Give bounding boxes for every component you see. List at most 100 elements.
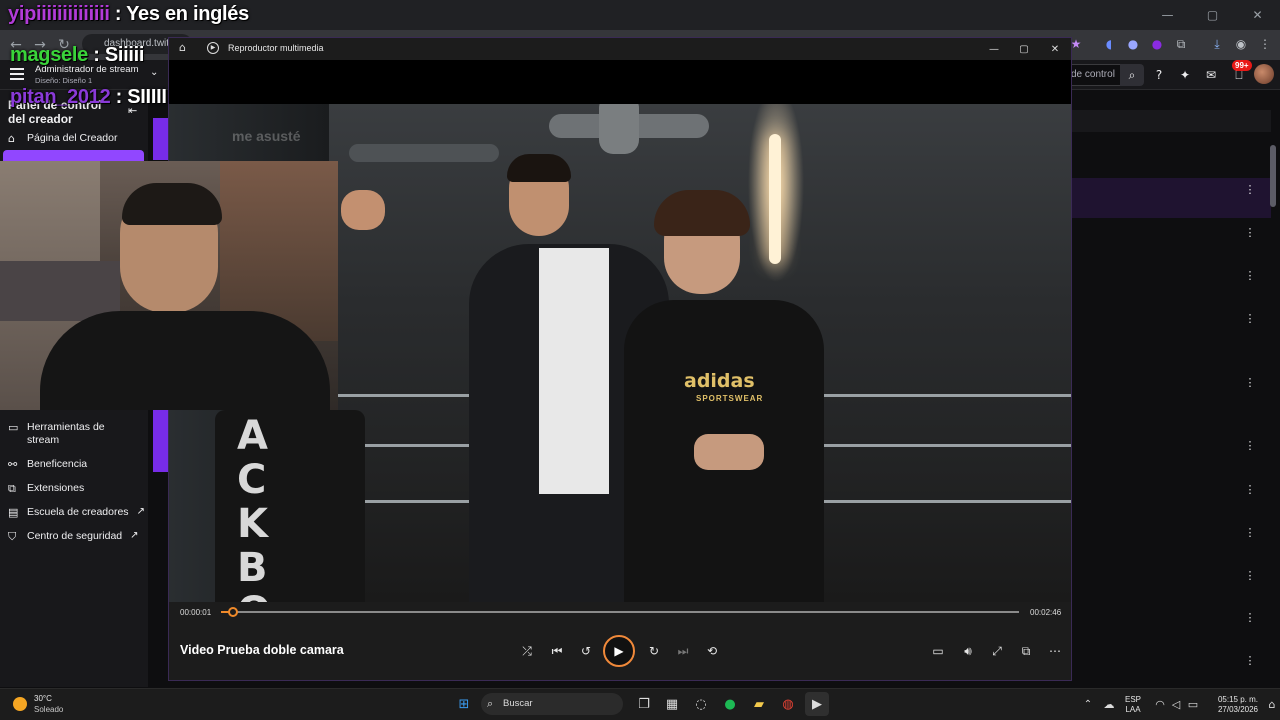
sidebar-item-safety-center[interactable]: ⛉ Centro de seguridad ↗ (8, 530, 139, 550)
file-explorer-icon[interactable]: ▰ (747, 692, 771, 716)
chat-username: yipiiiiiiiiiiiiii (8, 3, 110, 25)
language-indicator[interactable]: ESP LAA (1120, 695, 1146, 715)
task-view-icon[interactable]: ❐ (632, 692, 656, 716)
more-options-icon[interactable]: ⋮ (1244, 612, 1256, 624)
help-icon[interactable]: ? (1148, 64, 1170, 86)
purple-tab (153, 118, 169, 160)
avatar[interactable] (1254, 64, 1274, 84)
puzzle-icon: ⧉ (8, 482, 16, 495)
sidebar-item-creator-school[interactable]: ▤ Escuela de creadores ↗ (8, 506, 145, 526)
more-options-icon[interactable]: ⋮ (1244, 570, 1256, 582)
volume-icon[interactable]: 🔊︎ (957, 640, 979, 662)
search-icon[interactable]: ⌕ (1120, 64, 1144, 86)
mini-player-icon[interactable]: ⧉ (1015, 640, 1037, 662)
widgets-icon[interactable]: ▦ (660, 692, 684, 716)
more-options-icon[interactable]: ⋮ (1244, 313, 1256, 325)
ceiling-pipe (599, 104, 639, 154)
extension-wave-icon[interactable]: ◖ (1100, 34, 1118, 54)
browser-window-controls: — ▢ ✕ (1145, 0, 1280, 30)
camera-icon: ▭ (8, 421, 19, 434)
hamburger-menu-icon[interactable] (10, 68, 24, 80)
minimize-icon[interactable]: — (1145, 0, 1190, 30)
sidebar-item-label: Escuela de creadores (27, 506, 129, 518)
home-icon[interactable]: ⌂ (179, 41, 186, 54)
activity-row-highlight (1071, 178, 1271, 218)
chrome-icon[interactable]: ◍ (776, 692, 800, 716)
seek-thumb[interactable] (228, 607, 238, 617)
browser-menu-icon[interactable]: ⋮ (1256, 34, 1274, 54)
extensions-puzzle-icon[interactable]: ⧉ (1172, 34, 1190, 54)
sparkle-icon[interactable]: ✦ (1174, 64, 1196, 86)
dna-icon: ⚯ (8, 458, 18, 471)
extension-circle-icon[interactable]: ● (1124, 34, 1142, 54)
repeat-off-icon[interactable]: ⟲ (701, 640, 723, 662)
weather-desc[interactable]: Soleado (34, 705, 63, 714)
profile-icon[interactable]: ◉ (1232, 34, 1250, 54)
home-icon: ⌂ (8, 132, 15, 145)
more-options-icon[interactable]: ⋯ (1044, 640, 1066, 662)
weather-sun-icon[interactable] (13, 697, 27, 711)
sidebar-item-creator-page[interactable]: ⌂ Página del Creador (8, 132, 117, 152)
previous-icon[interactable]: ⏮ (546, 640, 568, 662)
weather-temp[interactable]: 30°C (34, 694, 52, 703)
extension-purple-icon[interactable]: ● (1148, 34, 1166, 54)
download-icon[interactable]: ⤓ (1208, 34, 1226, 54)
sidebar-item-stream-tools[interactable]: ▭ Herramientas de stream (8, 421, 127, 446)
clock[interactable]: 05:15 p. m. 27/03/2026 (1204, 695, 1258, 715)
search-input[interactable]: de control (1066, 64, 1120, 86)
windows-start-icon[interactable]: ⊞ (452, 692, 476, 716)
captions-icon[interactable]: ▭ (927, 640, 949, 662)
more-options-icon[interactable]: ⋮ (1244, 484, 1256, 496)
media-player-taskbar-icon[interactable]: ▶ (805, 692, 829, 716)
seek-bar[interactable] (221, 611, 1019, 613)
close-icon[interactable]: ✕ (1235, 0, 1280, 30)
sidebar-item-extensions[interactable]: ⧉ Extensiones (8, 482, 84, 502)
chat-username: pitan_2012 (10, 86, 111, 108)
video-title: Video Prueba doble camara (180, 643, 344, 657)
chat-separator: : (87, 44, 105, 66)
sidebar-item-label: Extensiones (27, 482, 85, 494)
more-options-icon[interactable]: ⋮ (1244, 655, 1256, 667)
app-title: Reproductor multimedia (228, 43, 324, 53)
sidebar-layout: Diseño: Diseño 1 (35, 76, 93, 85)
duration-time: 00:02:46 (1030, 608, 1062, 617)
webcam-hair (122, 183, 222, 225)
more-options-icon[interactable]: ⋮ (1244, 377, 1256, 389)
chat-username: magsele (10, 44, 88, 66)
battery-icon[interactable]: ▭ (1181, 692, 1205, 716)
next-icon[interactable]: ⏭ (672, 640, 694, 662)
search-icon: ⌕ (487, 697, 494, 710)
close-icon[interactable]: ✕ (1040, 38, 1070, 60)
more-options-icon[interactable]: ⋮ (1244, 184, 1256, 196)
chat-separator: : (110, 86, 128, 108)
fullscreen-icon[interactable]: ⤢ (986, 640, 1008, 662)
xbox-icon[interactable]: ◌ (689, 692, 713, 716)
overlay-chat-line: magsele : Siiiii (10, 44, 144, 67)
purple-tab-lower (153, 410, 169, 472)
chevron-down-icon[interactable]: ⌄ (150, 67, 158, 78)
notification-bell-icon[interactable]: ⌂ (1260, 692, 1280, 716)
chat-message: Siiiii (104, 44, 145, 66)
forward-30-icon[interactable]: ↻ (643, 640, 665, 662)
more-options-icon[interactable]: ⋮ (1244, 440, 1256, 452)
shuffle-icon[interactable]: ⤮ (516, 640, 538, 662)
more-options-icon[interactable]: ⋮ (1244, 527, 1256, 539)
more-options-icon[interactable]: ⋮ (1244, 227, 1256, 239)
taskbar-search[interactable]: Buscar (481, 693, 623, 715)
sidebar-item-charity[interactable]: ⚯ Beneficencia (8, 458, 87, 478)
webcam-shirt (40, 311, 330, 410)
maximize-icon[interactable]: ▢ (1009, 38, 1039, 60)
inbox-icon[interactable]: ✉ (1200, 64, 1222, 86)
scrollbar[interactable] (1270, 145, 1276, 207)
spotify-icon[interactable]: ● (718, 692, 742, 716)
language-sub: LAA (1125, 705, 1141, 714)
play-button[interactable]: ▶ (603, 635, 635, 667)
minimize-icon[interactable]: — (979, 38, 1009, 60)
overlay-chat-line: pitan_2012 : SIIIII (10, 86, 167, 109)
shirt-sub: SPORTSWEAR (696, 394, 764, 403)
rewind-10-icon[interactable]: ↺ (575, 640, 597, 662)
more-options-icon[interactable]: ⋮ (1244, 270, 1256, 282)
maximize-icon[interactable]: ▢ (1190, 0, 1235, 30)
external-link-icon: ↗ (130, 530, 139, 541)
onedrive-icon[interactable]: ☁ (1097, 692, 1121, 716)
